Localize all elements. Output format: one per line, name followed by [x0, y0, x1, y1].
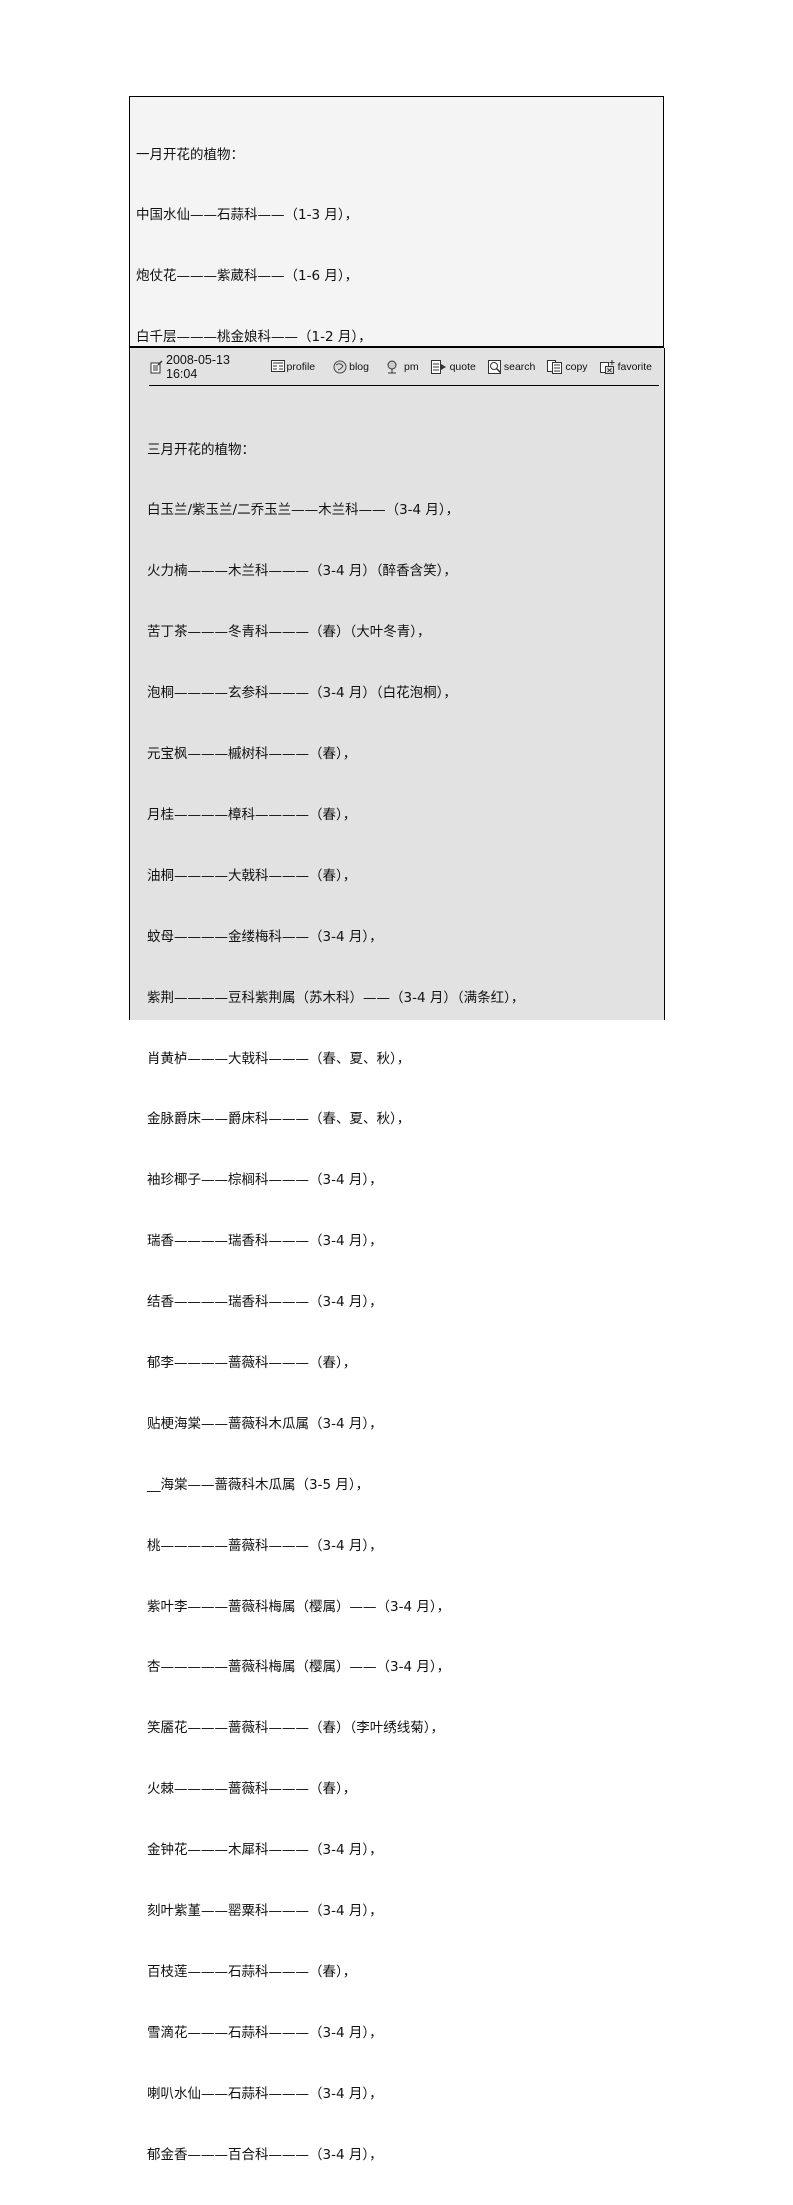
plant-line: 郁李————蔷薇科———（春）， — [147, 1354, 357, 1371]
plant-line: 桃—————蔷薇科———（3-4 月）， — [147, 1537, 383, 1554]
favorite-button[interactable]: favorite — [599, 360, 652, 374]
quote-label: quote — [449, 361, 476, 373]
pm-label: pm — [403, 361, 419, 373]
plant-line: 中国水仙——石蒜科——（1-3 月）， — [136, 207, 359, 224]
plant-line: 炮仗花———紫葳科——（1-6 月）， — [136, 268, 359, 285]
section-heading: 一月开花的植物： — [136, 146, 244, 163]
quote-button[interactable]: quote — [430, 360, 476, 374]
plant-line: 白玉兰/紫玉兰/二乔玉兰——木兰科——（3-4 月）， — [147, 502, 460, 519]
plant-line: 结香————瑞香科———（3-4 月）， — [147, 1294, 383, 1311]
plant-line: 百枝莲———石蒜科———（春）， — [147, 1963, 357, 1980]
plant-line: 瑞香————瑞香科———（3-4 月）， — [147, 1233, 383, 1250]
blog-button[interactable]: blog — [333, 360, 369, 374]
post-january-february: 一月开花的植物： 中国水仙——石蒜科——（1-3 月）， 炮仗花———紫葳科——… — [129, 96, 664, 772]
plant-line: 苦丁茶———冬青科———（春）（大叶冬青）， — [147, 624, 431, 641]
plant-line: 火棘————蔷薇科———（春）， — [147, 1781, 357, 1798]
post-body: 三月开花的植物： 白玉兰/紫玉兰/二乔玉兰——木兰科——（3-4 月）， 火力楠… — [147, 399, 524, 2205]
copy-label: copy — [565, 361, 588, 373]
plant-line: 肖黄栌———大戟科———（春、夏、秋）， — [147, 1050, 411, 1067]
section-heading: 三月开花的植物： — [147, 441, 255, 458]
copy-icon — [547, 360, 563, 374]
plant-line: 火力楠———木兰科———（3-4 月）（醉香含笑）， — [147, 563, 457, 580]
plant-line: 紫荆————豆科紫荆属（苏木科）——（3-4 月）（满条红）， — [147, 989, 525, 1006]
blog-globe-icon — [333, 360, 347, 374]
blog-label: blog — [349, 361, 369, 373]
plant-line: 杏—————蔷薇科梅属（樱属）——（3-4 月）， — [147, 1659, 451, 1676]
plant-line: 刻叶紫堇——罂粟科———（3-4 月）， — [147, 1902, 383, 1919]
plant-line: 元宝枫———槭树科———（春）， — [147, 746, 357, 763]
plant-line: 油桐————大戟科———（春）， — [147, 867, 357, 884]
profile-icon — [270, 360, 285, 374]
post-date: 2008-05-13 16:04 — [150, 353, 259, 381]
plant-line: 白千层———桃金娘科——（1-2 月）， — [136, 329, 372, 346]
plant-line: 袖珍椰子——棕榈科———（3-4 月）， — [147, 1172, 383, 1189]
post-march: 2008-05-13 16:04 profile blog pm quote s… — [129, 348, 665, 2163]
plant-line: 泡桐————玄参科———（3-4 月）（白花泡桐）， — [147, 685, 457, 702]
toolbar-divider — [149, 385, 659, 386]
plant-line: 金钟花———木犀科———（3-4 月）， — [147, 1842, 383, 1859]
quote-icon — [430, 360, 446, 374]
plant-line: 月桂————樟科————（春）， — [147, 806, 357, 823]
search-label: search — [503, 361, 536, 373]
plant-line: __海棠——蔷薇科木瓜属（3-5 月）， — [147, 1476, 370, 1493]
profile-label: profile — [286, 361, 316, 373]
search-icon — [487, 360, 502, 374]
plant-line: 紫叶李———蔷薇科梅属（樱属）——（3-4 月）， — [147, 1598, 451, 1615]
search-button[interactable]: search — [487, 360, 536, 374]
plant-line: 雪滴花———石蒜科———（3-4 月）， — [147, 2024, 383, 2041]
pm-user-icon — [385, 360, 399, 374]
plant-line: 蚊母————金缕梅科——（3-4 月）， — [147, 928, 383, 945]
plant-line: 金脉爵床——爵床科———（春、夏、秋）， — [147, 1111, 411, 1128]
profile-button[interactable]: profile — [270, 360, 316, 374]
edit-note-icon — [150, 360, 164, 374]
plant-line: 郁金香———百合科———（3-4 月）， — [147, 2146, 383, 2163]
favorite-label: favorite — [617, 361, 652, 373]
plant-line: 贴梗海棠——蔷薇科木瓜属（3-4 月）， — [147, 1415, 383, 1432]
copy-button[interactable]: copy — [547, 360, 588, 374]
post-toolbar: 2008-05-13 16:04 profile blog pm quote s… — [150, 353, 664, 381]
plant-line: 喇叭水仙——石蒜科———（3-4 月）， — [147, 2085, 383, 2102]
plant-line: 笑靥花———蔷薇科———（春）（李叶绣线菊）， — [147, 1720, 444, 1737]
pm-button[interactable]: pm — [385, 360, 419, 374]
favorite-add-icon — [599, 360, 615, 374]
